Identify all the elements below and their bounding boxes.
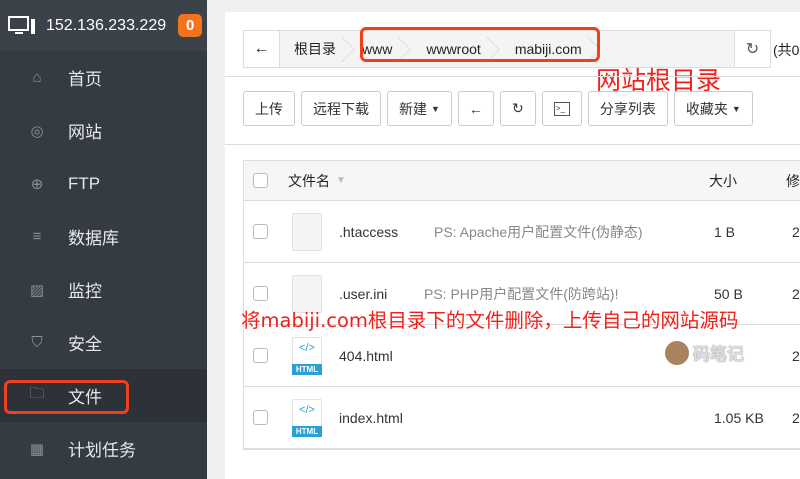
file-modified: 2 — [792, 347, 800, 364]
file-size: 50 B — [714, 285, 743, 302]
table-row[interactable]: .htaccess PS: Apache用户配置文件(伪静态) 1 B 2 — [244, 201, 800, 263]
remote-download-button[interactable]: 远程下载 — [301, 91, 381, 126]
favorites-label: 收藏夹 — [685, 100, 728, 117]
upload-button[interactable]: 上传 — [243, 91, 295, 126]
new-label: 新建 — [399, 100, 427, 117]
sidebar-item-label: 监控 — [68, 282, 102, 301]
server-ip: 152.136.233.229 — [46, 16, 167, 34]
row-checkbox[interactable] — [253, 348, 268, 363]
new-button[interactable]: 新建 ▼ — [387, 91, 452, 126]
terminal-button[interactable]: >_ — [541, 91, 582, 126]
calendar-icon: ▦ — [29, 440, 45, 458]
file-size: 1.05 KB — [714, 409, 764, 426]
header-modified[interactable]: 修 — [786, 171, 800, 191]
refresh-button[interactable]: ↻ — [734, 31, 770, 67]
sidebar-item-5[interactable]: ⛉ 安全 — [0, 316, 207, 369]
sidebar-item-3[interactable]: ≡ 数据库 — [0, 210, 207, 263]
favorites-button[interactable]: 收藏夹 ▼ — [673, 91, 753, 126]
monitor-icon: ▨ — [29, 281, 45, 299]
sidebar-item-1[interactable]: ◎ 网站 — [0, 104, 207, 157]
monitor-icon — [8, 15, 36, 36]
caret-down-icon: ▼ — [431, 103, 440, 114]
toolbar: 上传 远程下载 新建 ▼ ← ↻ >_ 分享列表 收藏夹 ▼ — [243, 91, 753, 126]
divider — [225, 144, 800, 145]
file-note: PS: Apache用户配置文件(伪静态) — [434, 223, 643, 240]
monkey-logo-icon — [665, 340, 689, 365]
select-all-checkbox[interactable] — [253, 173, 268, 188]
server-header: 152.136.233.229 0 — [0, 0, 207, 51]
header-size[interactable]: 大小 — [709, 171, 737, 191]
caret-down-icon: ▼ — [731, 103, 741, 114]
refresh-icon: ↻ — [512, 100, 524, 116]
crumb-root[interactable]: 根目录 — [280, 31, 348, 67]
database-icon: ≡ — [32, 228, 42, 245]
sidebar-item-label: 首页 — [68, 70, 102, 89]
annotation-instruction: 将mabiji.com根目录下的文件删除，上传自己的网站源码 — [241, 309, 739, 332]
sidebar-item-label: 网站 — [68, 123, 102, 142]
header-name[interactable]: 文件名 — [288, 171, 330, 191]
refresh-button[interactable]: ↻ — [499, 91, 536, 126]
sidebar-item-label: 安全 — [68, 335, 102, 354]
watermark-text: 码笔记 — [693, 345, 744, 364]
file-manager: ← 根目录 www wwwroot mabiji.com ↻ (共0 网站根目录… — [225, 12, 800, 479]
row-checkbox[interactable] — [253, 224, 268, 239]
html-file-icon: </> HTML — [292, 398, 322, 437]
sidebar-item-2[interactable]: ⊕ FTP — [0, 157, 207, 210]
back-button[interactable]: ← — [244, 31, 280, 67]
arrow-left-icon: ← — [468, 100, 483, 117]
ftp-icon: ⊕ — [30, 175, 44, 193]
row-checkbox[interactable] — [253, 410, 268, 425]
divider — [225, 76, 800, 77]
file-count: (共0 — [773, 42, 800, 58]
file-modified: 2 — [792, 223, 800, 240]
table-header: 文件名 ▼ 大小 修 — [244, 161, 800, 201]
sidebar-item-label: FTP — [68, 173, 101, 193]
globe-icon: ◎ — [30, 122, 44, 140]
refresh-icon: ↻ — [745, 41, 760, 58]
file-name[interactable]: 404.html — [339, 348, 393, 364]
sidebar-item-0[interactable]: ⌂ 首页 — [0, 51, 207, 104]
row-checkbox[interactable] — [253, 286, 268, 301]
arrow-left-icon: ← — [253, 40, 270, 57]
back-button[interactable]: ← — [457, 91, 494, 126]
sidebar-item-label: 计划任务 — [68, 441, 136, 460]
highlight-files — [4, 380, 129, 414]
file-modified: 2 — [792, 285, 800, 302]
sidebar-item-label: 数据库 — [68, 229, 119, 248]
share-list-button[interactable]: 分享列表 — [587, 91, 668, 126]
file-modified: 2 — [792, 409, 800, 426]
sidebar-item-4[interactable]: ▨ 监控 — [0, 263, 207, 316]
highlight-path — [360, 27, 600, 62]
watermark: 码笔记 — [665, 340, 744, 365]
file-note: PS: PHP用户配置文件(防跨站)! — [424, 285, 619, 302]
shield-icon: ⛉ — [31, 334, 43, 351]
home-icon: ⌂ — [32, 69, 42, 86]
terminal-icon: >_ — [553, 101, 570, 116]
file-name[interactable]: index.html — [339, 410, 403, 426]
file-name[interactable]: .htaccess — [339, 224, 398, 240]
html-file-icon: </> HTML — [292, 336, 322, 375]
file-size: 1 B — [714, 223, 736, 240]
file-icon — [292, 212, 322, 251]
table-row[interactable]: </> HTML index.html 1.05 KB 2 — [244, 387, 800, 449]
notification-badge[interactable]: 0 — [178, 14, 203, 37]
file-name[interactable]: .user.ini — [339, 286, 387, 302]
sidebar-item-7[interactable]: ▦ 计划任务 — [0, 422, 207, 475]
sort-caret-icon: ▼ — [336, 175, 346, 186]
